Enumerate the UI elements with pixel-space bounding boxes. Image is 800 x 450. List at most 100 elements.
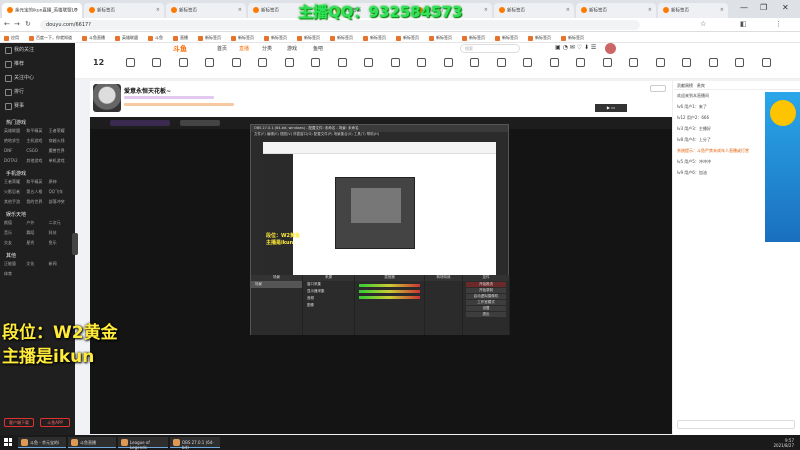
bell-icon[interactable] bbox=[649, 58, 671, 69]
app-download-button[interactable]: 斗鱼APP bbox=[40, 418, 70, 427]
sidebar-collapse-handle[interactable] bbox=[72, 233, 78, 255]
shop-icon[interactable] bbox=[517, 58, 539, 69]
bookmark-item[interactable]: 新标签页 bbox=[198, 35, 221, 41]
sidebar-section-title[interactable]: 热门游戏 bbox=[0, 113, 75, 128]
home-icon[interactable] bbox=[119, 58, 141, 69]
bookmark-item[interactable]: 应用 bbox=[4, 35, 19, 41]
bookmark-item[interactable]: 新标签页 bbox=[429, 35, 452, 41]
taskbar-app[interactable]: League of Legends bbox=[118, 437, 168, 450]
crown-icon[interactable] bbox=[411, 58, 433, 69]
bookmark-item[interactable]: 新标签页 bbox=[396, 35, 419, 41]
close-icon[interactable]: × bbox=[484, 7, 488, 13]
browser-tab[interactable]: 余元宝的ikun直播_英雄联盟LO × bbox=[2, 3, 82, 18]
sidebar-link[interactable]: 和平精英 bbox=[26, 179, 48, 185]
back-icon[interactable]: ← bbox=[4, 20, 10, 28]
sidebar-link[interactable]: 鱼乐 bbox=[49, 240, 71, 246]
site-logo[interactable]: 斗鱼 bbox=[173, 44, 187, 54]
sidebar-item-rank[interactable]: 排行 bbox=[0, 85, 75, 99]
avatar[interactable] bbox=[605, 43, 616, 54]
bookmark-item[interactable]: 新标签页 bbox=[264, 35, 287, 41]
taskbar-app[interactable]: 斗鱼 - 余元宝的i bbox=[18, 437, 66, 448]
settings-button[interactable]: 设置 bbox=[466, 306, 506, 311]
sidebar-link[interactable]: 音乐 bbox=[4, 230, 26, 236]
sidebar-section-title[interactable]: 手机游戏 bbox=[0, 164, 75, 179]
menu-icon[interactable]: ⋮ bbox=[775, 20, 782, 28]
browser-tab[interactable]: 新标签页 × bbox=[166, 3, 246, 18]
virtual-camera-button[interactable]: 启动虚拟摄像机 bbox=[466, 294, 506, 299]
sidebar-link[interactable]: 魔兽世界 bbox=[49, 148, 71, 154]
extension-icon[interactable]: ◧ bbox=[740, 20, 747, 28]
scene-item[interactable]: 场景 bbox=[251, 281, 302, 288]
chart-icon[interactable] bbox=[384, 58, 406, 69]
sidebar-link[interactable]: 其他手游 bbox=[4, 199, 26, 205]
grid-icon[interactable] bbox=[729, 58, 751, 69]
search-input[interactable]: 搜索 bbox=[460, 44, 520, 53]
music-icon[interactable] bbox=[331, 58, 353, 69]
sidebar-link[interactable]: 体育 bbox=[4, 271, 26, 277]
forward-icon[interactable]: → bbox=[14, 20, 20, 28]
bookmark-item[interactable]: 直播 bbox=[173, 35, 188, 41]
more-icon[interactable] bbox=[755, 58, 777, 69]
sidebar-link[interactable]: 绝地求生 bbox=[4, 138, 26, 144]
nav-fishbar[interactable]: 鱼吧 bbox=[313, 45, 323, 52]
taskbar-app[interactable]: 斗鱼直播 bbox=[68, 437, 116, 448]
sidebar-link[interactable]: 二次元 bbox=[49, 220, 71, 226]
sidebar-link[interactable]: 正能量 bbox=[4, 261, 26, 267]
sidebar-link[interactable]: 部落冲突 bbox=[49, 199, 71, 205]
game-icon[interactable] bbox=[305, 58, 327, 69]
gear-icon[interactable] bbox=[676, 58, 698, 69]
taskbar-app[interactable]: OBS 27.0.1 (64-bit) bbox=[170, 437, 220, 450]
reload-icon[interactable]: ↻ bbox=[25, 20, 31, 28]
sidebar-link[interactable]: 王者荣耀 bbox=[49, 128, 71, 134]
close-icon[interactable]: × bbox=[566, 7, 570, 13]
ad-banner[interactable] bbox=[765, 92, 800, 242]
maximize-button[interactable]: ❐ bbox=[760, 3, 767, 12]
rocket-icon[interactable] bbox=[702, 58, 724, 69]
medal-icon[interactable] bbox=[543, 58, 565, 69]
sidebar-link[interactable]: 火影忍者 bbox=[4, 189, 26, 195]
sidebar-link[interactable]: DNF bbox=[4, 148, 26, 154]
source-item[interactable]: 音频 bbox=[303, 295, 354, 302]
sidebar-link[interactable]: 和平精英 bbox=[26, 128, 48, 134]
start-stream-button[interactable]: 开始推流 bbox=[466, 282, 506, 287]
close-icon[interactable]: × bbox=[156, 7, 160, 13]
close-window-button[interactable]: ✕ bbox=[782, 3, 789, 12]
flag-icon[interactable] bbox=[437, 58, 459, 69]
close-icon[interactable]: × bbox=[238, 7, 242, 13]
system-clock[interactable]: 9:57 2021/8/27 bbox=[773, 438, 794, 448]
sidebar-link[interactable]: 颜值 bbox=[4, 220, 26, 226]
browser-tab[interactable]: 新标签页 × bbox=[494, 3, 574, 18]
bookmark-item[interactable]: 新标签页 bbox=[561, 35, 584, 41]
sidebar-item-center[interactable]: 关注中心 bbox=[0, 71, 75, 85]
bag-icon[interactable] bbox=[199, 58, 221, 69]
globe-icon[interactable] bbox=[623, 58, 645, 69]
client-download-button[interactable]: 客户端下载 bbox=[4, 418, 34, 427]
bookmark-item[interactable]: 新标签页 bbox=[297, 35, 320, 41]
bookmark-item[interactable]: 英雄联盟 bbox=[115, 35, 138, 41]
sidebar-link[interactable]: 新闻 bbox=[49, 261, 71, 267]
browser-tab[interactable]: 新标签页 × bbox=[84, 3, 164, 18]
close-icon[interactable]: × bbox=[648, 7, 652, 13]
sidebar-link[interactable]: 舞蹈 bbox=[26, 230, 48, 236]
browser-tab[interactable]: 新标签页 × bbox=[658, 3, 728, 18]
camera-icon[interactable] bbox=[358, 58, 380, 69]
minimize-button[interactable]: — bbox=[740, 3, 748, 12]
sidebar-item-event[interactable]: 赛事 bbox=[0, 99, 75, 113]
sidebar-link[interactable]: 原神 bbox=[49, 179, 71, 185]
tab-vip[interactable]: 贵宾 bbox=[697, 83, 705, 88]
close-icon[interactable]: × bbox=[74, 7, 78, 13]
sidebar-link[interactable]: 主机游戏 bbox=[26, 138, 48, 144]
gift-icon[interactable] bbox=[252, 58, 274, 69]
studio-mode-button[interactable]: 工作室模式 bbox=[466, 300, 506, 305]
exit-button[interactable]: 退出 bbox=[466, 312, 506, 317]
bookmark-item[interactable]: 新标签页 bbox=[495, 35, 518, 41]
streamer-avatar[interactable] bbox=[93, 84, 121, 112]
sidebar-item-recommend[interactable]: 推荐 bbox=[0, 57, 75, 71]
bookmark-item[interactable]: 新标签页 bbox=[330, 35, 353, 41]
browser-tab[interactable]: 新标签页 × bbox=[576, 3, 656, 18]
report-button[interactable] bbox=[650, 85, 666, 92]
user-icon[interactable] bbox=[570, 58, 592, 69]
sidebar-link[interactable]: 文化 bbox=[26, 261, 48, 267]
mic-icon[interactable] bbox=[464, 58, 486, 69]
sidebar-link[interactable]: 穿越火线 bbox=[49, 138, 71, 144]
